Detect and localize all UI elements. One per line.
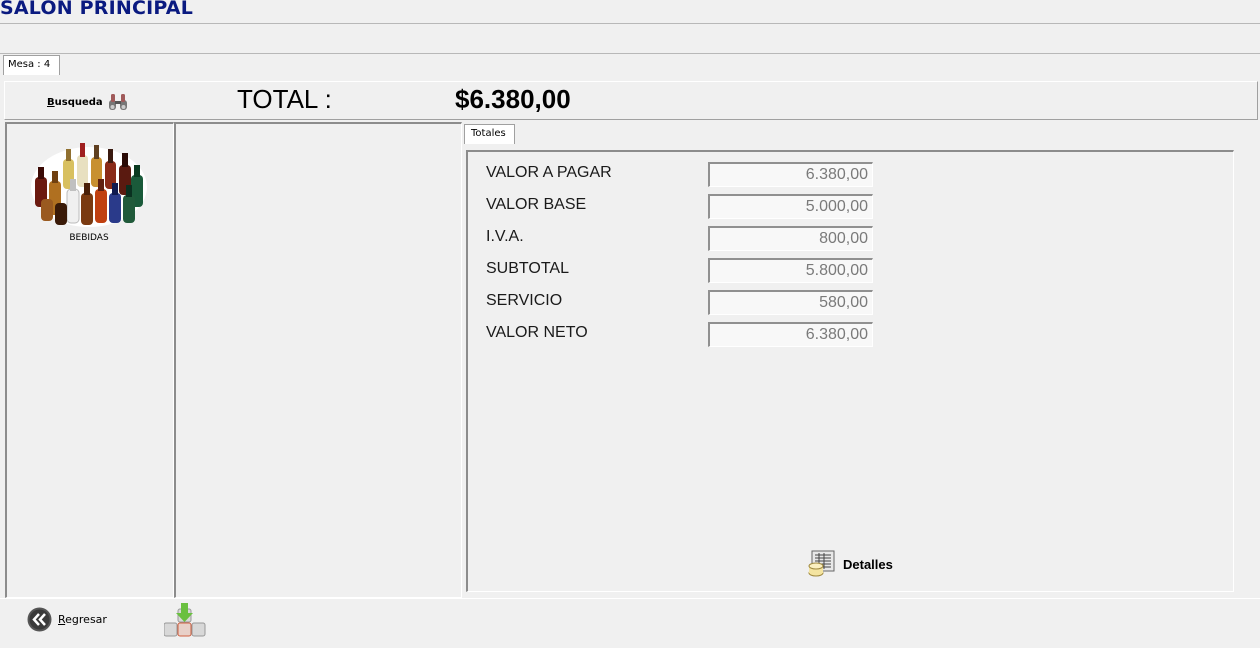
field-valor-base[interactable]: 5.000,00 bbox=[708, 194, 873, 219]
field-iva[interactable]: 800,00 bbox=[708, 226, 873, 251]
detalles-button[interactable]: Detalles bbox=[807, 549, 893, 579]
window-title: SALON PRINCIPAL bbox=[0, 0, 194, 19]
label-valor-base: VALOR BASE bbox=[486, 196, 587, 213]
total-value: $6.380,00 bbox=[455, 84, 571, 114]
download-keys-icon bbox=[163, 603, 206, 637]
field-valor-neto[interactable]: 6.380,00 bbox=[708, 322, 873, 347]
field-valor-a-pagar[interactable]: 6.380,00 bbox=[708, 162, 873, 187]
label-servicio: SERVICIO bbox=[486, 292, 563, 309]
regresar-button[interactable]: Regresar bbox=[27, 607, 107, 632]
tab-mesa[interactable]: Mesa : 4 bbox=[3, 55, 60, 75]
tab-totales[interactable]: Totales bbox=[464, 124, 515, 144]
regresar-label: Regresar bbox=[58, 613, 107, 626]
download-keys-button[interactable] bbox=[163, 603, 206, 644]
field-servicio[interactable]: 580,00 bbox=[708, 290, 873, 315]
report-icon bbox=[808, 550, 835, 577]
search-button[interactable]: Busqueda bbox=[47, 92, 129, 112]
label-valor-neto: VALOR NETO bbox=[486, 324, 588, 341]
back-double-chevron-icon bbox=[27, 607, 52, 632]
title-divider bbox=[0, 23, 1260, 24]
toolbar-divider bbox=[0, 53, 1260, 54]
total-label: TOTAL : bbox=[237, 84, 332, 114]
bottles-icon bbox=[31, 143, 147, 227]
detalles-label: Detalles bbox=[843, 556, 893, 572]
label-subtotal: SUBTOTAL bbox=[486, 260, 569, 277]
field-subtotal[interactable]: 5.800,00 bbox=[708, 258, 873, 283]
search-button-label: Busqueda bbox=[47, 96, 103, 108]
category-label: BEBIDAS bbox=[69, 233, 109, 243]
footer-divider bbox=[0, 598, 1260, 599]
total-bar bbox=[4, 81, 1258, 120]
items-panel bbox=[174, 122, 462, 598]
category-bebidas[interactable]: BEBIDAS bbox=[27, 137, 151, 243]
label-valor-a-pagar: VALOR A PAGAR bbox=[486, 164, 612, 181]
label-iva: I.V.A. bbox=[486, 228, 524, 245]
binoculars-icon bbox=[108, 94, 127, 110]
